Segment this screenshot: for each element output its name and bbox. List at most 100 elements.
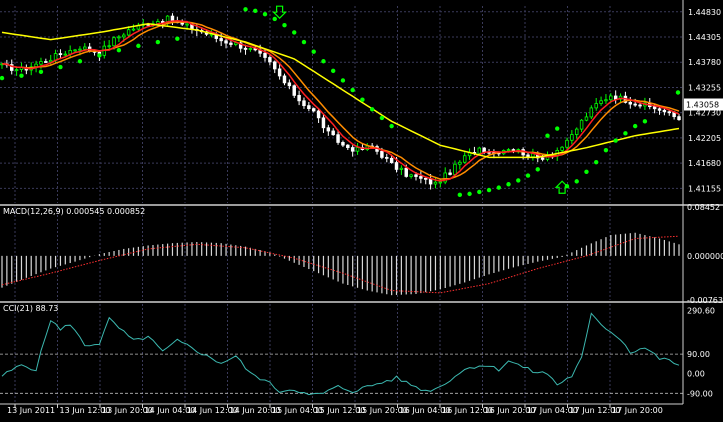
bear-candle (287, 82, 292, 87)
psar-dot (594, 159, 599, 165)
bull-candle (73, 49, 77, 52)
price-tick-label: 1.42205 (688, 134, 721, 143)
bear-candle (380, 150, 384, 158)
price-tick-label: 1.43255 (688, 83, 721, 92)
psar-dot (340, 78, 346, 83)
bear-candle (526, 154, 530, 158)
bear-candle (389, 157, 394, 163)
bear-candle (350, 147, 355, 152)
psar-dot (545, 133, 550, 138)
bear-candle (277, 68, 282, 77)
bull-candle (570, 134, 574, 141)
psar-dot (555, 126, 560, 131)
cci-tick-label: 90.00 (687, 350, 710, 359)
psar-dot (360, 97, 365, 102)
bear-candle (336, 134, 340, 143)
bear-candle (404, 167, 408, 177)
macd-tick-label: 0.08452 (687, 203, 720, 212)
psar-dot (535, 167, 540, 172)
bear-candle (341, 142, 345, 146)
bull-candle (112, 37, 116, 47)
bear-candle (311, 108, 316, 112)
psar-dot (584, 169, 589, 174)
psar-dot (301, 39, 307, 45)
psar-dot (175, 36, 180, 41)
psar-dot (116, 48, 122, 53)
x-tick-label: 17 Jun 20:00 (612, 406, 663, 415)
bull-candle (604, 99, 608, 102)
bull-candle (458, 161, 462, 165)
bear-candle (292, 85, 296, 96)
last-price-label: 1.43058 (686, 101, 719, 110)
bull-candle (107, 45, 111, 48)
psar-dot (19, 73, 24, 78)
psar-dot (38, 69, 44, 75)
bull-candle (584, 116, 589, 121)
bear-candle (633, 103, 637, 106)
bull-candle (506, 149, 511, 151)
psar-dot (525, 173, 531, 178)
bear-candle (297, 94, 301, 102)
bull-candle (185, 23, 189, 26)
bear-candle (414, 174, 418, 177)
psar-dot (623, 131, 628, 136)
bear-candle (419, 176, 423, 179)
bull-candle (433, 181, 438, 185)
psar-dot (350, 87, 355, 93)
bull-candle (594, 103, 598, 109)
cci-tick-label: 0.00 (687, 370, 705, 379)
bull-candle (477, 147, 482, 154)
bull-candle (579, 119, 584, 130)
psar-dot (477, 189, 482, 195)
bear-candle (652, 106, 657, 110)
price-tick-label: 1.43780 (688, 58, 721, 67)
bull-candle (63, 53, 68, 56)
bear-candle (219, 38, 223, 42)
bear-candle (326, 127, 331, 132)
psar-dot (675, 90, 681, 95)
psar-dot (136, 43, 141, 49)
psar-dot (369, 107, 375, 112)
bull-candle (462, 155, 467, 163)
bull-candle (14, 69, 19, 71)
psar-dot (642, 119, 648, 124)
psar-dot (253, 8, 258, 14)
bull-candle (126, 29, 131, 36)
bear-candle (448, 172, 452, 175)
bear-candle (394, 162, 399, 170)
bear-candle (638, 104, 642, 107)
bear-candle (385, 157, 389, 159)
bull-candle (560, 146, 564, 151)
psar-dot (0, 75, 5, 81)
bull-candle (122, 34, 126, 38)
price-tick-label: 1.41155 (688, 184, 721, 193)
psar-dot (516, 178, 521, 183)
psar-dot (97, 53, 102, 58)
bull-candle (248, 48, 253, 50)
bear-candle (243, 47, 248, 50)
psar-dot (467, 191, 472, 197)
bear-candle (224, 40, 228, 44)
bear-candle (44, 61, 48, 63)
bear-candle (628, 101, 633, 105)
bull-candle (609, 95, 613, 101)
bear-candle (321, 117, 326, 129)
bull-candle (589, 107, 594, 118)
bear-candle (58, 53, 63, 56)
psar-dot (506, 182, 511, 187)
bear-candle (229, 42, 233, 45)
psar-dot (77, 59, 83, 64)
price-tick-label: 1.44830 (688, 8, 721, 17)
bull-candle (453, 163, 457, 175)
bull-candle (78, 48, 82, 51)
psar-dot (243, 7, 248, 12)
psar-dot (282, 23, 287, 28)
macd-tick-label: 0.000000 (687, 252, 723, 261)
bear-candle (424, 177, 428, 180)
psar-dot (574, 179, 579, 184)
bear-candle (273, 61, 277, 70)
psar-dot (457, 192, 463, 198)
bull-candle (599, 100, 603, 104)
macd-tick-label: -0.007636 (687, 296, 723, 305)
psar-dot (603, 147, 609, 153)
